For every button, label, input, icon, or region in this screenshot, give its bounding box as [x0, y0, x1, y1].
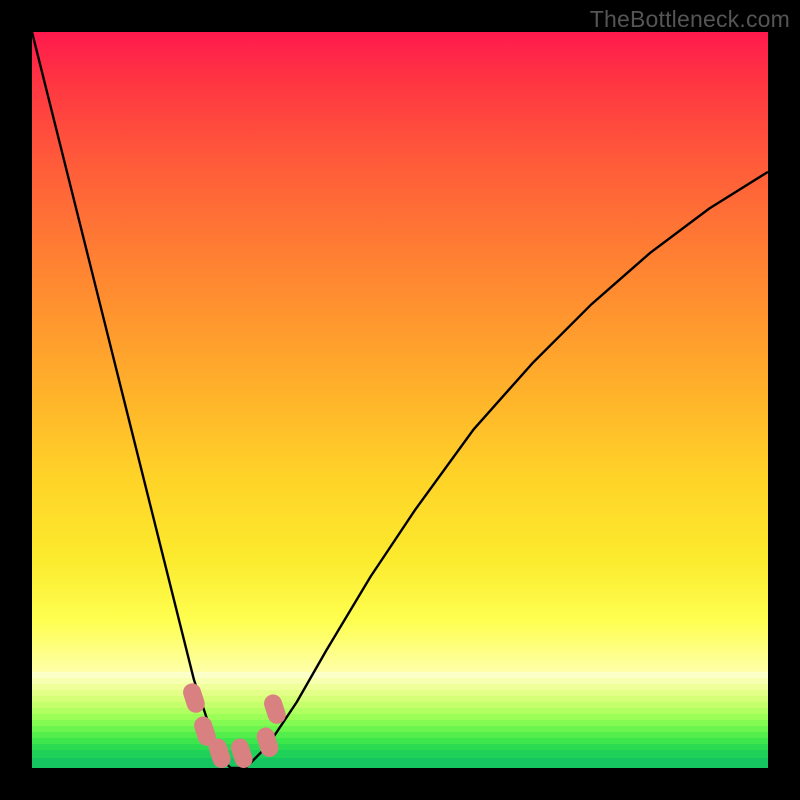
- plot-area: [32, 32, 768, 768]
- chart-svg: [32, 32, 768, 768]
- markers-group: [181, 681, 288, 768]
- bottleneck-curve-path: [32, 32, 768, 768]
- watermark-text: TheBottleneck.com: [590, 6, 790, 33]
- pink-marker: [229, 736, 255, 768]
- chart-frame: TheBottleneck.com: [0, 0, 800, 800]
